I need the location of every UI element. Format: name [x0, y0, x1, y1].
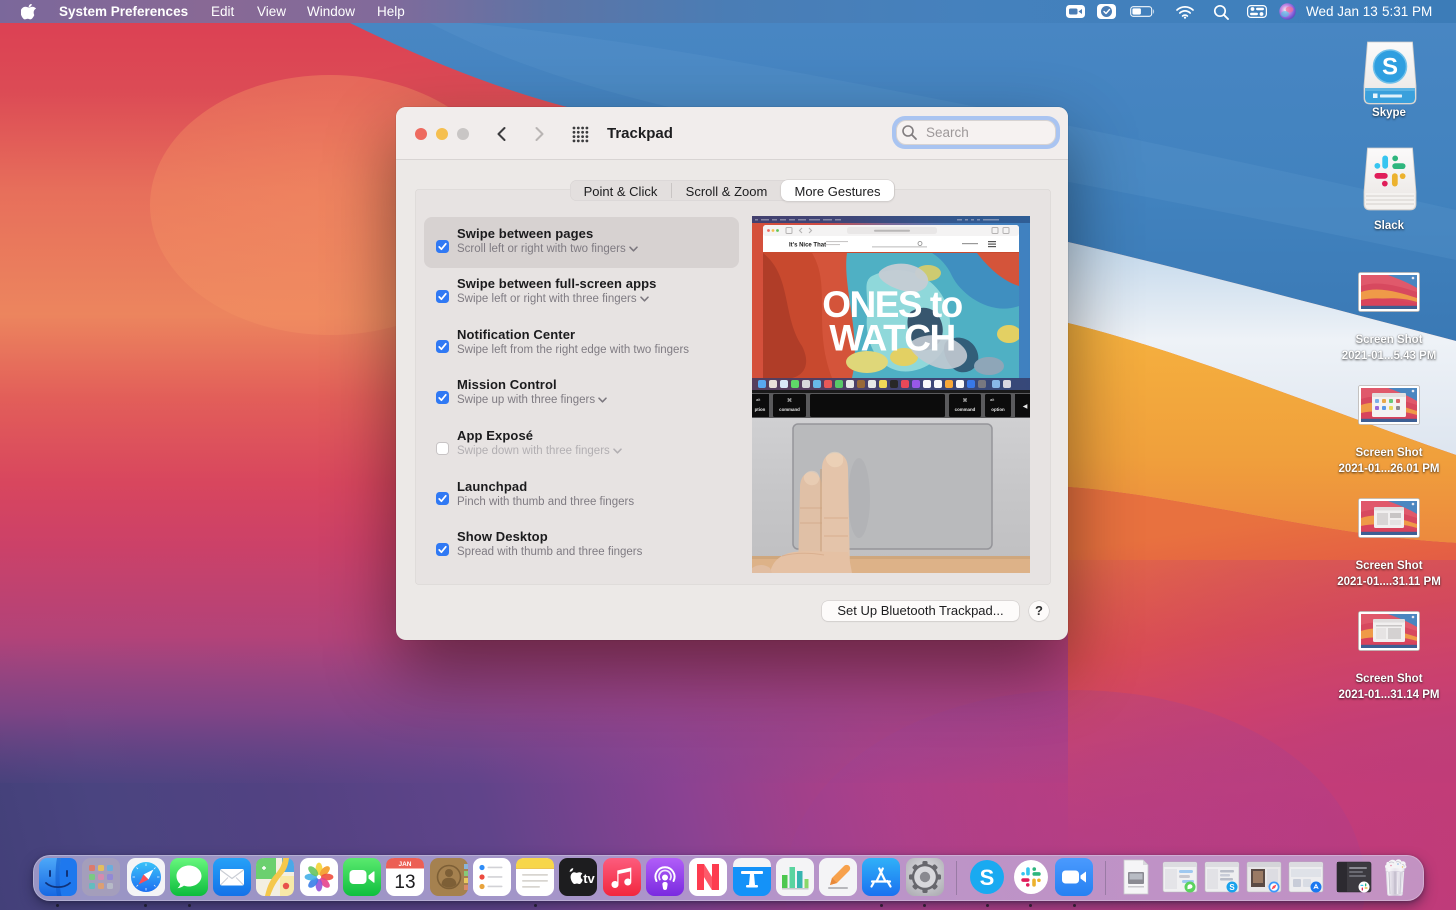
svg-text:⌘: ⌘ [787, 398, 792, 404]
svg-text:option: option [991, 407, 1005, 412]
svg-text:◀: ◀ [1023, 404, 1028, 410]
svg-text:S: S [1229, 883, 1235, 892]
svg-text:13: 13 [394, 872, 415, 893]
svg-text:command: command [779, 407, 800, 412]
svg-text:It's Nice That: It's Nice That [789, 243, 826, 249]
svg-text:ption: ption [755, 407, 766, 412]
svg-text:⌘: ⌘ [963, 398, 968, 404]
svg-text:S: S [1382, 54, 1398, 81]
svg-text:JAN: JAN [398, 861, 411, 868]
svg-text:S: S [980, 865, 995, 890]
svg-text:WATCH: WATCH [829, 318, 954, 359]
svg-text:command: command [955, 407, 976, 412]
svg-text:tv: tv [583, 871, 595, 886]
